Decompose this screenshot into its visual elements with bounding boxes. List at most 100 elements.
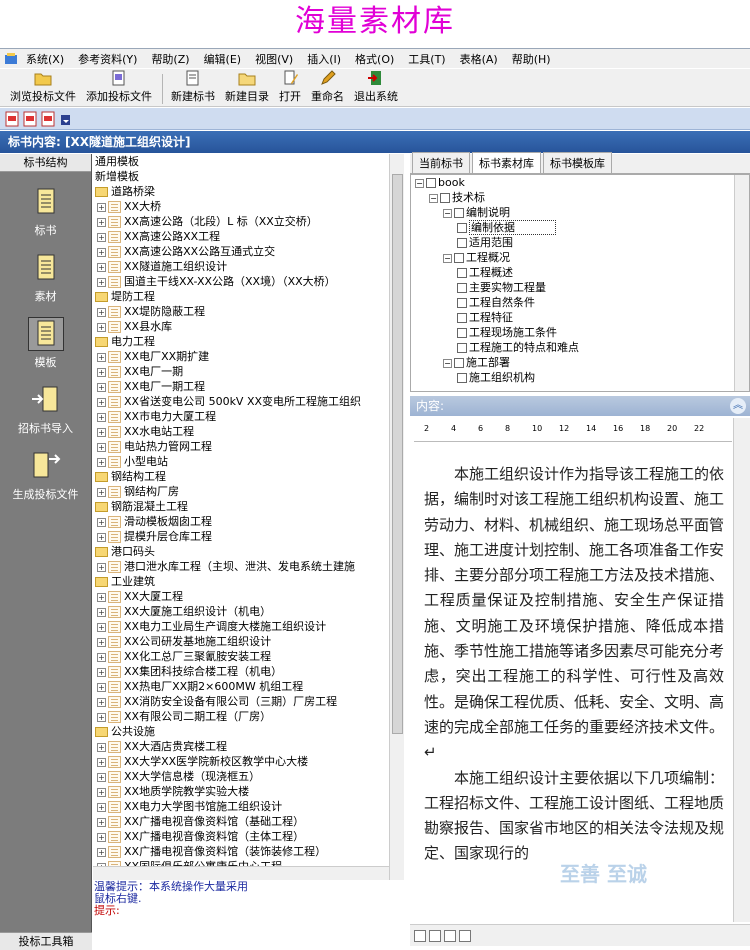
expand-icon[interactable]: +: [97, 457, 106, 467]
tree-item[interactable]: + XX公司研发基地施工组织设计: [93, 634, 389, 649]
expand-icon[interactable]: +: [97, 562, 106, 572]
tree-item[interactable]: + XX电力大学图书馆施工组织设计: [93, 799, 389, 814]
tree-item[interactable]: + XX市电力大厦工程: [93, 409, 389, 424]
tree-item[interactable]: + XX堤防隐蔽工程: [93, 304, 389, 319]
expand-icon[interactable]: +: [97, 682, 106, 692]
menu-help-h[interactable]: 帮助(H): [506, 51, 559, 67]
expand-icon[interactable]: +: [97, 637, 106, 647]
document-text[interactable]: 本施工组织设计作为指导该工程施工的依据，编制时对该工程施工组织机构设置、施工劳动…: [424, 462, 724, 867]
document-scrollbar[interactable]: [733, 418, 750, 922]
tree-folder[interactable]: 公共设施: [93, 724, 389, 739]
tree-item[interactable]: + XX电厂一期: [93, 364, 389, 379]
tree-horizontal-scrollbar[interactable]: [93, 866, 389, 880]
expand-icon[interactable]: +: [97, 412, 106, 422]
collapse-icon[interactable]: −: [415, 178, 424, 188]
tree-folder[interactable]: 工业建筑: [93, 574, 389, 589]
scroll-thumb[interactable]: [392, 174, 403, 734]
outline-item[interactable]: − 工程概况: [411, 250, 749, 265]
tree-item[interactable]: + XX县水库: [93, 319, 389, 334]
tree-item[interactable]: + XX消防安全设备有限公司（三期）厂房工程: [93, 694, 389, 709]
tree-item[interactable]: + 小型电站: [93, 454, 389, 469]
new-bid-button[interactable]: 新建标书: [169, 69, 217, 106]
tab-bid-material-library[interactable]: 标书素材库: [472, 152, 541, 173]
collapse-up-icon[interactable]: ︽: [730, 398, 746, 414]
outline-tree[interactable]: − book − 技术标 − 编制说明 编制依据 适用范围 − 工程概况 工程概述 主要实物工程量 工程…: [410, 174, 750, 392]
toolbox-footer[interactable]: 投标工具箱: [0, 932, 92, 950]
menu-view[interactable]: 视图(V): [249, 51, 301, 67]
tree-folder[interactable]: 电力工程: [93, 334, 389, 349]
tree-item[interactable]: + XX省送变电公司 500kV XX变电所工程施工组织: [93, 394, 389, 409]
tree-item[interactable]: + XX电厂XX期扩建: [93, 349, 389, 364]
outline-item[interactable]: 主要实物工程量: [411, 280, 749, 295]
tree-vertical-scrollbar[interactable]: [389, 154, 404, 880]
nav-import-tender[interactable]: 招标书导入: [0, 384, 91, 436]
tree-item[interactable]: + XX电厂一期工程: [93, 379, 389, 394]
expand-icon[interactable]: +: [97, 817, 106, 827]
expand-icon[interactable]: +: [97, 847, 106, 857]
nav-generate-bid[interactable]: 生成投标文件: [0, 450, 91, 502]
expand-icon[interactable]: +: [97, 262, 106, 272]
expand-icon[interactable]: +: [97, 322, 106, 332]
page-view-icon[interactable]: [429, 929, 441, 942]
menu-format[interactable]: 格式(O): [349, 51, 402, 67]
outline-item[interactable]: 工程概述: [411, 265, 749, 280]
expand-icon[interactable]: +: [97, 787, 106, 797]
expand-icon[interactable]: +: [97, 397, 106, 407]
menu-help-z[interactable]: 帮助(Z): [145, 51, 197, 67]
tree-item[interactable]: 通用模板: [93, 154, 389, 169]
menu-reference[interactable]: 参考资料(Y): [72, 51, 145, 67]
expand-icon[interactable]: +: [97, 712, 106, 722]
tree-item[interactable]: + XX地质学院教学实验大楼: [93, 784, 389, 799]
expand-icon[interactable]: +: [97, 772, 106, 782]
tree-item[interactable]: + XX广播电视音像资料馆（基础工程）: [93, 814, 389, 829]
tree-item[interactable]: + XX集团科技综合楼工程（机电）: [93, 664, 389, 679]
tree-item[interactable]: + XX有限公司二期工程（厂房）: [93, 709, 389, 724]
tree-item[interactable]: + XX大厦工程: [93, 589, 389, 604]
toolbar-dropdown-icon[interactable]: [58, 111, 74, 127]
expand-icon[interactable]: +: [97, 442, 106, 452]
tree-item[interactable]: + XX大厦施工组织设计（机电）: [93, 604, 389, 619]
menu-edit[interactable]: 编辑(E): [198, 51, 250, 67]
tree-item[interactable]: + XX高速公路（北段）L 标（XX立交桥）: [93, 214, 389, 229]
expand-icon[interactable]: +: [97, 802, 106, 812]
tree-item[interactable]: + XX热电厂XX期2×600MW 机组工程: [93, 679, 389, 694]
outline-item[interactable]: 适用范围: [411, 235, 749, 250]
outline-item[interactable]: − 技术标: [411, 190, 749, 205]
tree-folder[interactable]: 堤防工程: [93, 289, 389, 304]
expand-icon[interactable]: +: [97, 352, 106, 362]
normal-view-icon[interactable]: [414, 929, 426, 942]
tab-bid-template-library[interactable]: 标书模板库: [543, 152, 612, 173]
expand-icon[interactable]: +: [97, 592, 106, 602]
tree-item[interactable]: + 提模升层仓库工程: [93, 529, 389, 544]
menu-table[interactable]: 表格(A): [454, 51, 506, 67]
tree-item[interactable]: + XX隧道施工组织设计: [93, 259, 389, 274]
expand-icon[interactable]: +: [97, 427, 106, 437]
outline-scrollbar[interactable]: [734, 175, 749, 391]
tree-item[interactable]: + XX化工总厂三聚氰胺安装工程: [93, 649, 389, 664]
collapse-icon[interactable]: −: [443, 208, 452, 218]
expand-icon[interactable]: +: [97, 382, 106, 392]
expand-icon[interactable]: +: [97, 757, 106, 767]
outline-item[interactable]: 施工组织机构: [411, 370, 749, 385]
expand-icon[interactable]: +: [97, 622, 106, 632]
tree-folder[interactable]: 钢结构工程: [93, 469, 389, 484]
outline-item[interactable]: − 施工部署: [411, 355, 749, 370]
outline-item[interactable]: − 编制说明: [411, 205, 749, 220]
tree-item[interactable]: + 钢结构厂房: [93, 484, 389, 499]
outline-item[interactable]: 工程特征: [411, 310, 749, 325]
menu-system[interactable]: 系统(X): [20, 51, 72, 67]
tree-item[interactable]: + 港口泄水库工程（主坝、泄洪、发电系统土建施: [93, 559, 389, 574]
web-view-icon[interactable]: [459, 929, 471, 942]
collapse-icon[interactable]: −: [443, 358, 452, 368]
menu-tools[interactable]: 工具(T): [402, 51, 453, 67]
tree-item[interactable]: + XX大酒店贵宾楼工程: [93, 739, 389, 754]
expand-icon[interactable]: +: [97, 607, 106, 617]
outline-item[interactable]: 编制依据: [411, 220, 749, 235]
expand-icon[interactable]: +: [97, 247, 106, 257]
add-bid-file-button[interactable]: 添加投标文件: [84, 69, 154, 106]
open-button[interactable]: 打开: [277, 69, 303, 106]
collapse-icon[interactable]: −: [429, 193, 438, 203]
expand-icon[interactable]: +: [97, 532, 106, 542]
expand-icon[interactable]: +: [97, 742, 106, 752]
tree-item[interactable]: + XX高速公路XX工程: [93, 229, 389, 244]
